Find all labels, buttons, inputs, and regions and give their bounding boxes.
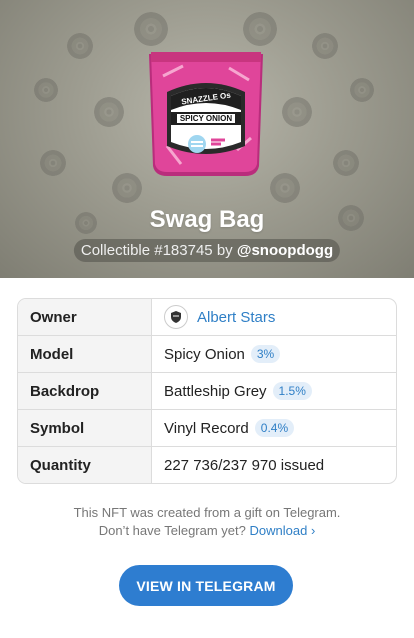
rarity-badge: 0.4% xyxy=(254,419,295,437)
table-row: Symbol Vinyl Record 0.4% xyxy=(18,410,396,447)
vinyl-record-icon xyxy=(243,12,277,46)
owner-link[interactable]: Albert Stars xyxy=(197,309,275,326)
model-value: Spicy Onion xyxy=(164,345,245,363)
vinyl-record-icon xyxy=(350,78,374,102)
vinyl-record-icon xyxy=(94,97,124,127)
attribute-key: Model xyxy=(18,336,152,372)
gift-note: This NFT was created from a gift on Tele… xyxy=(0,504,414,540)
vinyl-record-icon xyxy=(40,150,66,176)
attributes-table: Owner Albert Stars Model Spicy Onion 3% … xyxy=(17,298,397,484)
swag-bag-image: SNAZZLE Os SPICY ONION xyxy=(141,46,271,180)
collectible-number: Collectible #183745 by xyxy=(80,242,237,259)
collectible-subtitle: Collectible #183745 by @snoopdogg xyxy=(73,239,341,262)
bag-flavor-text: SPICY ONION xyxy=(179,114,233,123)
attribute-key: Quantity xyxy=(18,447,152,483)
vinyl-record-icon xyxy=(67,33,93,59)
table-row: Model Spicy Onion 3% xyxy=(18,336,396,373)
vinyl-record-icon xyxy=(134,12,168,46)
attribute-value[interactable]: Albert Stars xyxy=(152,299,396,335)
get-telegram-line: Don’t have Telegram yet? Download › xyxy=(0,522,414,540)
nft-hero: SNAZZLE Os SPICY ONION Swag Bag Collecti… xyxy=(0,0,414,278)
attribute-value: Spicy Onion 3% xyxy=(152,336,396,372)
vinyl-record-icon xyxy=(333,150,359,176)
rarity-badge: 1.5% xyxy=(272,382,312,400)
symbol-value: Vinyl Record xyxy=(164,419,249,437)
download-link[interactable]: Download › xyxy=(250,523,316,538)
attribute-value: 227 736/237 970 issued xyxy=(152,447,396,483)
rarity-badge: 3% xyxy=(250,345,281,363)
nft-title: Swag Bag xyxy=(149,206,265,233)
attribute-value: Battleship Grey 1.5% xyxy=(152,373,396,409)
owner-avatar-icon xyxy=(164,305,188,329)
attribute-key: Backdrop xyxy=(18,373,152,409)
vinyl-record-icon xyxy=(312,33,338,59)
table-row: Backdrop Battleship Grey 1.5% xyxy=(18,373,396,410)
view-in-telegram-button[interactable]: VIEW IN TELEGRAM xyxy=(119,565,293,606)
vinyl-record-icon xyxy=(282,97,312,127)
vinyl-record-icon xyxy=(34,78,58,102)
table-row: Owner Albert Stars xyxy=(18,299,396,336)
get-telegram-text: Don’t have Telegram yet? xyxy=(98,523,246,538)
attribute-key: Symbol xyxy=(18,410,152,446)
vinyl-record-icon xyxy=(270,173,300,203)
table-row: Quantity 227 736/237 970 issued xyxy=(18,447,396,483)
attribute-value: Vinyl Record 0.4% xyxy=(152,410,396,446)
quantity-value: 227 736/237 970 issued xyxy=(164,456,325,474)
vinyl-record-icon xyxy=(112,173,142,203)
attribute-key: Owner xyxy=(18,299,152,335)
author-link[interactable]: @snoopdogg xyxy=(237,242,333,259)
gift-note-line: This NFT was created from a gift on Tele… xyxy=(73,505,341,520)
backdrop-value: Battleship Grey xyxy=(164,382,267,400)
